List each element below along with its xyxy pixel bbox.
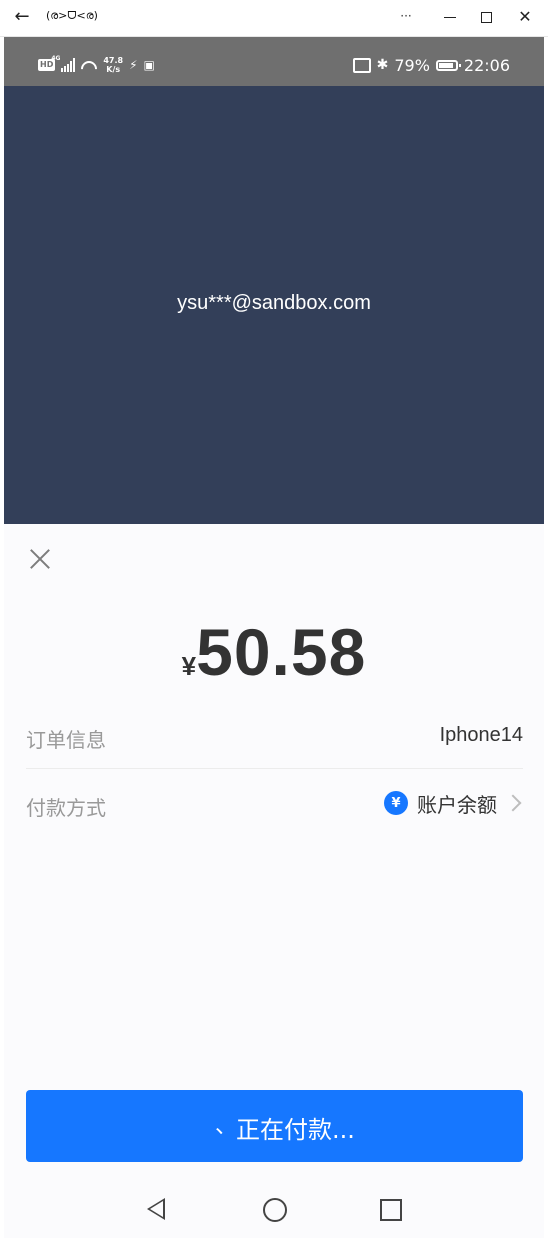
payment-method-label: 付款方式 [26,796,106,820]
battery-icon [435,59,461,71]
more-options-icon[interactable]: ··· [396,6,416,28]
window-title: (ര>ᗜ<ര) [46,9,98,22]
window-titlebar: ← (ര>ᗜ<ര) ··· ✕ [0,0,548,37]
cast-icon [352,57,371,73]
back-arrow-icon[interactable]: ← [12,6,32,28]
order-info-label: 订单信息 [26,728,106,752]
battery-percent: 79% [394,55,430,75]
balance-yen-icon: ¥ [384,791,408,815]
pay-button-label: 正在付款... [236,1116,355,1144]
maximize-icon[interactable] [476,6,496,28]
device-icon: ▣ [143,58,155,72]
close-icon[interactable] [25,544,55,574]
account-email: ysu***@sandbox.com [177,292,371,314]
payment-method-row[interactable]: 付款方式 ¥ 账户余额 [26,770,523,836]
status-bar: HD 4G 47.8 K/s ⚡ ▣ ✱ 79% 22:06 [4,37,544,86]
signal-icon: 4G [51,55,76,72]
order-info-row: 订单信息 Iphone14 [26,702,523,769]
payment-amount: 50.58 [196,615,367,689]
minimize-icon[interactable] [440,6,460,28]
payment-method-selector[interactable]: ¥ 账户余额 [384,790,523,817]
account-banner: ysu***@sandbox.com [4,86,544,524]
amount-display: ¥50.58 [4,614,544,690]
recent-apps-icon[interactable] [380,1199,402,1221]
loading-spinner-icon: 、 [215,1114,238,1139]
network-type: 4G [51,55,61,62]
status-right: ✱ 79% 22:06 [352,55,510,75]
phone-screen: HD 4G 47.8 K/s ⚡ ▣ ✱ 79% 22:06 ysu***@sa… [4,37,544,1238]
back-icon[interactable] [147,1198,165,1220]
speed-unit: K/s [106,65,121,74]
speed-value: 47.8 [103,56,124,65]
close-window-icon[interactable]: ✕ [514,6,536,28]
clock: 22:06 [463,55,510,75]
network-speed: 47.8 K/s [103,56,123,74]
payment-method-value: 账户余额 [417,792,497,817]
home-icon[interactable] [263,1198,287,1222]
order-info-value: Iphone14 [439,724,523,746]
status-left: HD 4G 47.8 K/s ⚡ ▣ [38,55,155,75]
nfc-icon: ⚡ [129,58,138,72]
pay-button[interactable]: 、 正在付款... [26,1090,523,1162]
system-nav-bar [4,1176,544,1238]
chevron-right-icon [504,794,522,812]
payment-sheet: ¥50.58 订单信息 Iphone14 付款方式 ¥ 账户余额 、 正在付款.… [4,524,544,1238]
wifi-icon [81,59,97,72]
currency-symbol: ¥ [181,651,197,681]
bluetooth-icon: ✱ [376,57,389,73]
